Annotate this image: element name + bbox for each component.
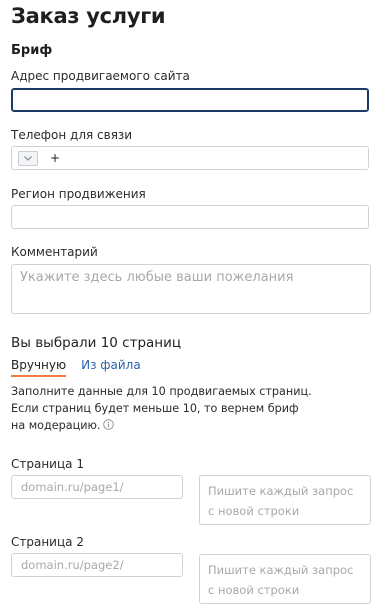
region-input[interactable] [11,205,369,229]
info-line: на модерацию. [11,419,101,432]
input-mode-tabs: Вручную Из файла [11,358,141,377]
site-address-input[interactable] [11,88,369,112]
page-2-url-input[interactable] [11,553,183,577]
info-line: Если страниц будет меньше 10, то вернем … [11,402,299,415]
page-2-label: Страница 2 [11,535,84,549]
phone-prefix: + [50,151,61,165]
page-1-queries-textarea[interactable] [199,475,371,525]
site-address-label: Адрес продвигаемого сайта [11,69,190,83]
chevron-down-icon [24,155,32,161]
order-service-page: Заказ услуги Бриф Адрес продвигаемого са… [0,0,389,611]
page-1-url-input[interactable] [11,475,183,499]
info-circle-icon[interactable] [103,419,115,430]
page-2-queries-textarea[interactable] [199,554,371,604]
page-title: Заказ услуги [11,4,166,28]
country-code-select[interactable] [18,150,38,166]
selected-pages-title: Вы выбрали 10 страниц [11,335,182,351]
info-line: Заполните данные для 10 продвигаемых стр… [11,385,312,398]
phone-field[interactable]: + [11,146,369,170]
tab-from-file[interactable]: Из файла [81,358,141,377]
pages-info-text: Заполните данные для 10 продвигаемых стр… [11,383,341,434]
section-title-brief: Бриф [11,43,53,58]
phone-label: Телефон для связи [11,128,133,142]
comment-label: Комментарий [11,245,98,259]
page-1-label: Страница 1 [11,457,84,471]
comment-textarea[interactable] [11,264,371,314]
region-label: Регион продвижения [11,187,146,201]
tab-manual[interactable]: Вручную [11,358,67,377]
